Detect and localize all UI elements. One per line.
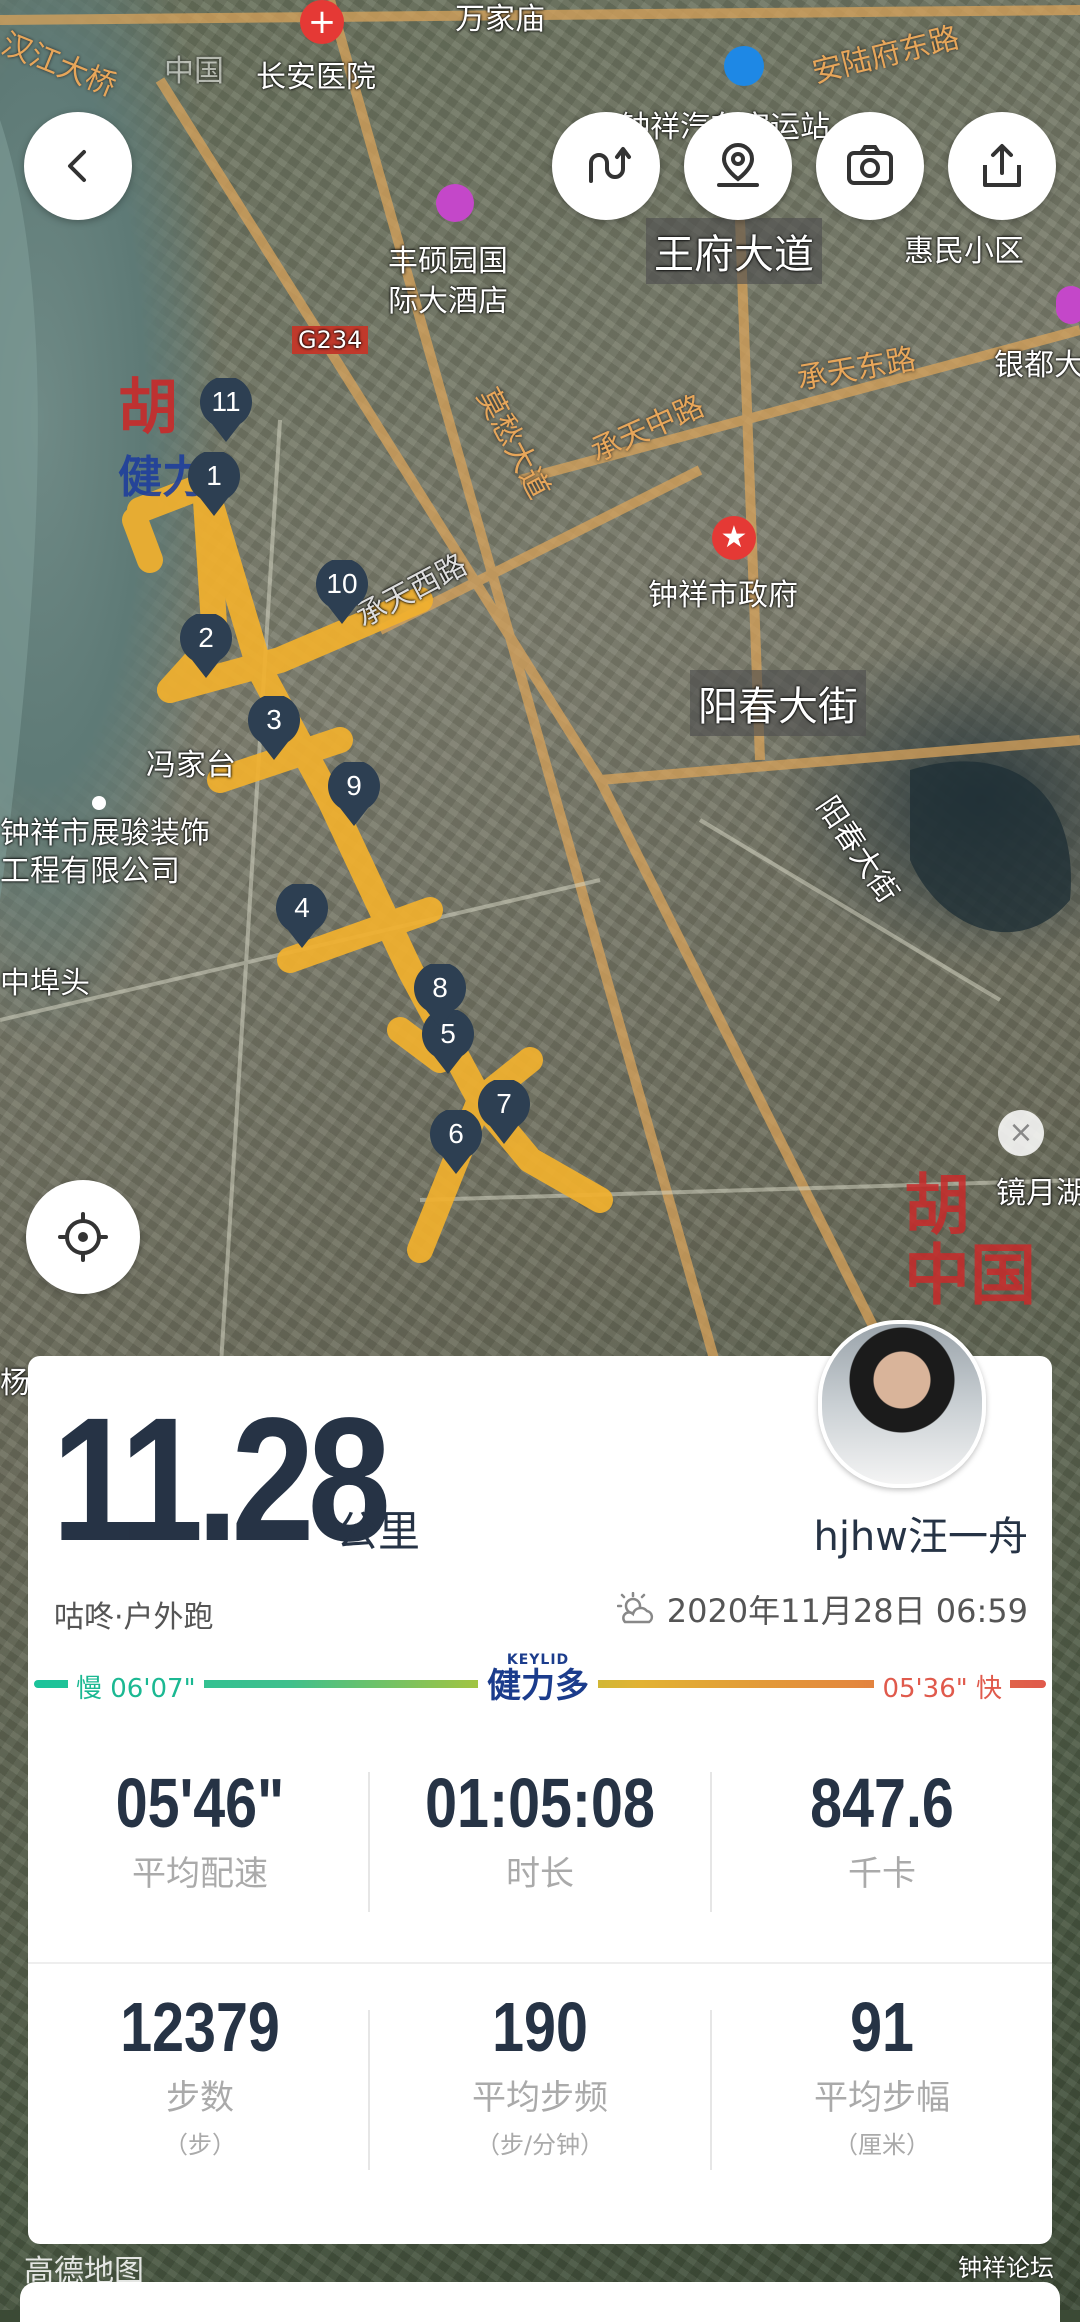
- route-icon: [589, 147, 631, 183]
- username[interactable]: hjhw汪一舟: [813, 1504, 1028, 1562]
- route-marker[interactable]: 1: [186, 452, 242, 518]
- chevron-left-icon: [68, 150, 86, 182]
- stat-label: 平均步频: [472, 2078, 608, 2118]
- crosshair-icon: [58, 1212, 108, 1262]
- route-marker[interactable]: 2: [178, 614, 234, 680]
- marker-label: 11: [211, 386, 241, 417]
- map-label: 钟祥市政府: [648, 578, 798, 613]
- map-label: 丰硕园国: [388, 244, 508, 279]
- hospital-icon[interactable]: +: [300, 0, 344, 44]
- bus-station-icon[interactable]: [724, 46, 764, 86]
- back-button[interactable]: [24, 112, 132, 220]
- marker-label: 3: [266, 704, 282, 735]
- stat-value: 190: [492, 1988, 588, 2066]
- government-icon[interactable]: ★: [712, 516, 756, 560]
- map-label: 惠民小区: [904, 234, 1024, 269]
- stat-label: 平均配速: [132, 1854, 268, 1894]
- route-marker[interactable]: 3: [246, 696, 302, 762]
- map-label: 际大酒店: [388, 284, 508, 319]
- route-marker[interactable]: 4: [274, 884, 330, 950]
- marker-label: 8: [432, 972, 448, 1003]
- stat-value: 91: [850, 1988, 914, 2066]
- stat-cadence: 190 平均步频 （步/分钟）: [370, 1992, 710, 2160]
- forum-watermark: 钟祥论坛: [958, 2254, 1054, 2282]
- map-label: 银都大: [994, 348, 1080, 383]
- brand-cn: 健力多: [487, 1666, 589, 1706]
- map-label: 阳春大街: [690, 670, 866, 736]
- distance-value: 11.28: [52, 1382, 391, 1578]
- bottom-sheet-handle[interactable]: [20, 2282, 1060, 2322]
- distance-unit: 公里: [336, 1507, 421, 1556]
- stat-label: 步数: [166, 2078, 234, 2118]
- share-button[interactable]: [948, 112, 1056, 220]
- pace-fastest: 05'36" 快: [874, 1668, 1010, 1705]
- stat-value: 847.6: [810, 1764, 954, 1842]
- share-icon: [983, 144, 1021, 187]
- map-pin-icon: [717, 142, 759, 187]
- camera-button[interactable]: [816, 112, 924, 220]
- marker-label: 4: [294, 892, 310, 923]
- brand-logo: KEYLID 健力多: [478, 1652, 598, 1712]
- hotel-icon[interactable]: [436, 184, 474, 222]
- route-marker[interactable]: 7: [476, 1080, 532, 1146]
- map-label: 长安医院: [256, 60, 376, 95]
- route-marker[interactable]: 9: [326, 762, 382, 828]
- route-marker[interactable]: 11: [198, 378, 254, 444]
- stat-value: 05'46": [115, 1764, 285, 1842]
- stat-label: 平均步幅: [814, 2078, 950, 2118]
- watermark-logo: 胡中国: [904, 1166, 1036, 1314]
- marker-label: 1: [206, 460, 222, 491]
- stat-unit: （步）: [164, 2131, 236, 2159]
- divider: [28, 1962, 1052, 1964]
- camera-icon: [847, 145, 893, 185]
- map-label: 冯家台: [146, 748, 236, 783]
- location-button[interactable]: [684, 112, 792, 220]
- stat-stride: 91 平均步幅 （厘米）: [712, 1992, 1052, 2160]
- stat-steps: 12379 步数 （步）: [30, 1992, 370, 2160]
- run-datetime: 2020年11月28日 06:59: [616, 1586, 1028, 1632]
- stat-duration: 01:05:08 时长: [370, 1768, 710, 1895]
- sport-type: 咕咚·户外跑: [54, 1600, 214, 1635]
- route-marker[interactable]: 10: [314, 560, 370, 626]
- map-label: 王府大道: [646, 218, 822, 284]
- run-summary-card: 11.28 公里 hjhw汪一舟 咕咚·户外跑 2020年11月28日 06:5…: [28, 1320, 1052, 2244]
- avatar[interactable]: [818, 1320, 986, 1488]
- stat-label: 时长: [506, 1854, 574, 1894]
- stat-avg-pace: 05'46" 平均配速: [30, 1768, 370, 1895]
- map-label: 杨: [0, 1366, 30, 1401]
- map-label: 万家庙: [455, 2, 545, 37]
- weather-sunny-cloudy-icon: [616, 1592, 653, 1624]
- marker-label: 9: [346, 770, 362, 801]
- road-shield: G234: [292, 326, 369, 354]
- marker-label: 7: [496, 1088, 512, 1119]
- route-switch-button[interactable]: [552, 112, 660, 220]
- locate-button[interactable]: [26, 1180, 140, 1294]
- datetime-text: 2020年11月28日 06:59: [666, 1592, 1028, 1630]
- stat-value: 12379: [120, 1988, 280, 2066]
- stat-label: 千卡: [848, 1854, 916, 1894]
- poi-dot-icon: [92, 796, 106, 810]
- marker-label: 10: [326, 568, 358, 599]
- stat-unit: （厘米）: [834, 2131, 930, 2159]
- map-label: 工程有限公司: [0, 854, 180, 889]
- pace-slowest: 慢 06'07": [68, 1668, 204, 1705]
- map-label: 中埠头: [0, 966, 90, 1001]
- poi-icon[interactable]: [1056, 286, 1080, 324]
- marker-label: 2: [198, 622, 214, 653]
- stat-unit: （步/分钟）: [475, 2131, 605, 2159]
- stat-value: 01:05:08: [425, 1764, 655, 1842]
- route-marker[interactable]: 8: [412, 964, 468, 1030]
- close-icon[interactable]: ×: [998, 1110, 1044, 1156]
- map-label: 中国: [164, 54, 224, 89]
- stat-calories: 847.6 千卡: [712, 1768, 1052, 1895]
